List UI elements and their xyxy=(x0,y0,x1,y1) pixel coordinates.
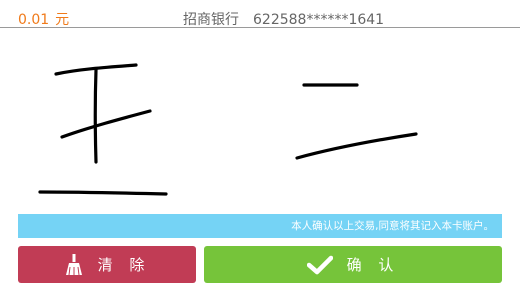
confirm-button[interactable]: 确 认 xyxy=(204,246,502,283)
confirmation-notice: 本人确认以上交易,同意将其记入本卡账户。 xyxy=(18,214,502,238)
currency-label: 元 xyxy=(55,12,70,28)
signature-strokes xyxy=(38,63,418,196)
signature-stroke xyxy=(93,68,98,164)
signature-pad[interactable] xyxy=(0,29,520,212)
signature-stroke xyxy=(38,190,168,196)
card-number: 622588******1641 xyxy=(253,12,385,28)
bank-name: 招商银行 xyxy=(183,12,239,28)
confirm-button-label: 确 认 xyxy=(346,256,400,274)
bank-card-info: 招商银行 622588******1641 xyxy=(183,9,384,29)
transaction-header: 0.01 元 招商银行 622588******1641 xyxy=(0,0,520,28)
clear-button[interactable]: 清 除 xyxy=(18,246,196,283)
clear-button-label: 清 除 xyxy=(97,256,151,274)
signature-stroke xyxy=(295,132,418,160)
transaction-amount: 0.01 元 xyxy=(18,9,69,29)
checkmark-icon xyxy=(306,255,333,275)
amount-value: 0.01 xyxy=(18,12,50,28)
broom-icon xyxy=(64,253,84,276)
signature-stroke xyxy=(60,109,152,139)
